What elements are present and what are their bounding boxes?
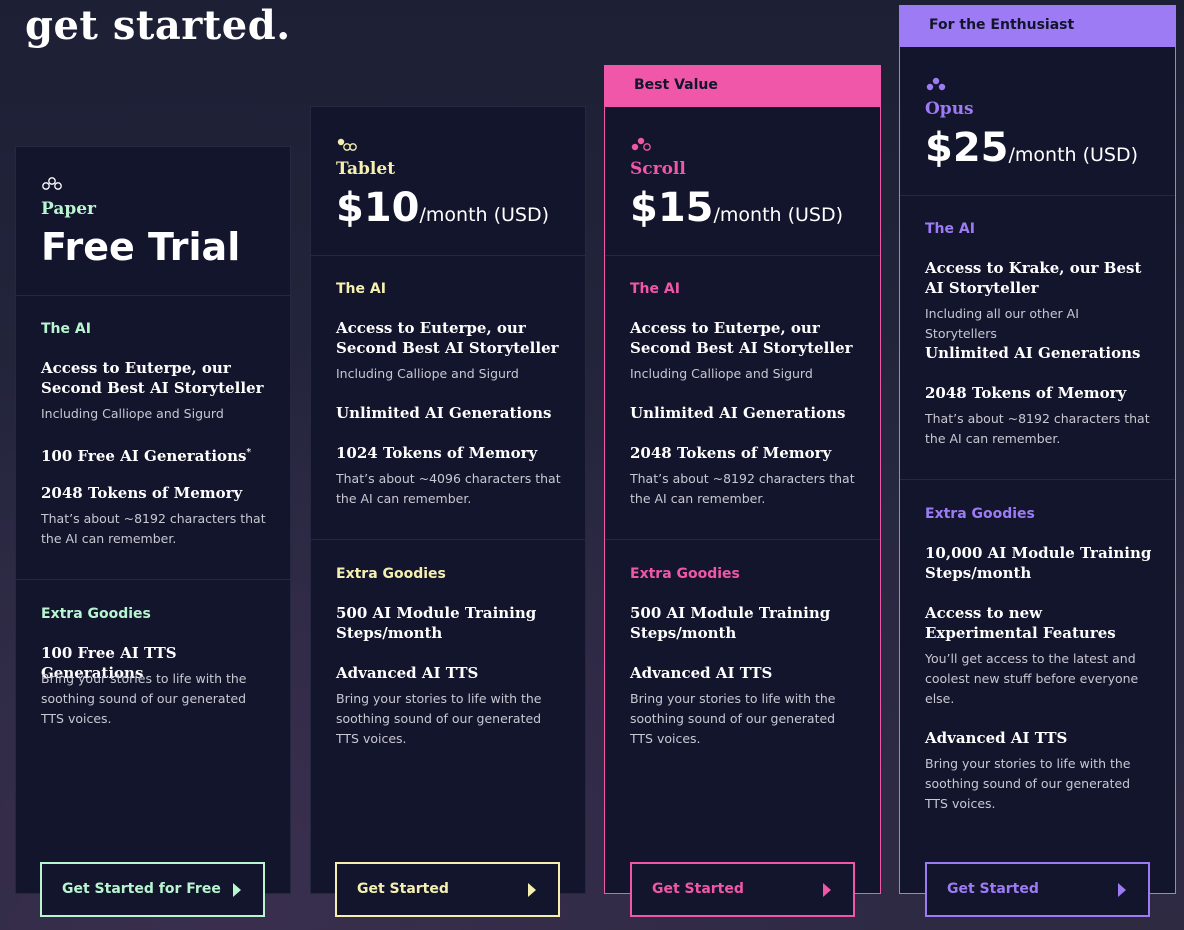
feature-title: Advanced AI TTS (336, 664, 479, 682)
divider (311, 539, 585, 540)
get-started-free-button[interactable]: Get Started for Free (40, 862, 265, 917)
feature-title: 500 AI Module Training Steps/month (336, 604, 537, 642)
pricing-card-scroll: Scroll $15/month (USD) The AI Access to … (604, 106, 881, 894)
arrow-right-icon (233, 883, 241, 897)
divider (900, 479, 1175, 480)
get-started-scroll-button[interactable]: Get Started (630, 862, 855, 917)
feature-title: 10,000 AI Module Training Steps/month (925, 544, 1152, 582)
button-label: Get Started (652, 881, 744, 897)
arrow-right-icon (1118, 883, 1126, 897)
feature-title: 500 AI Module Training Steps/month (630, 604, 831, 642)
page-headline: get started. (25, 2, 291, 49)
footnote-mark: * (246, 448, 252, 458)
tier-price: $10/month (USD) (336, 185, 549, 231)
tier-price: $25/month (USD) (925, 125, 1138, 171)
feature-title: Advanced AI TTS (925, 729, 1068, 747)
section-title-ai: The AI (336, 281, 386, 297)
tier-name: Tablet (336, 159, 396, 179)
feature-desc: Including Calliope and Sigurd (630, 366, 813, 381)
pricing-card-paper: Paper Free Trial The AI Access to Euterp… (15, 146, 291, 894)
feature-title: Unlimited AI Generations (336, 404, 552, 422)
price-amount: $15 (630, 185, 714, 231)
button-label: Get Started (947, 881, 1039, 897)
button-label: Get Started (357, 881, 449, 897)
divider (605, 539, 880, 540)
price-period: /month (USD) (713, 204, 844, 226)
pricing-card-tablet: Tablet $10/month (USD) The AI Access to … (310, 106, 586, 894)
feature-title: Advanced AI TTS (630, 664, 773, 682)
tier-name: Paper (41, 199, 97, 219)
feature-desc: That’s about ~4096 characters that the A… (336, 471, 561, 506)
opus-tier-icon (926, 77, 946, 91)
price-period: /month (USD) (1008, 144, 1139, 166)
tier-name: Scroll (630, 159, 686, 179)
feature-title: Unlimited AI Generations (925, 344, 1141, 362)
divider (605, 255, 880, 256)
divider (16, 579, 290, 580)
feature-title: Access to new Experimental Features (925, 604, 1116, 642)
feature-desc: Bring your stories to life with the soot… (336, 691, 542, 746)
price-period: /month (USD) (419, 204, 550, 226)
divider (311, 255, 585, 256)
paper-tier-icon (42, 177, 62, 190)
tier-name: Opus (925, 99, 974, 119)
feature-desc: Bring your stories to life with the soot… (925, 756, 1131, 811)
price-amount: $10 (336, 185, 420, 231)
tier-price: Free Trial (41, 225, 240, 269)
feature-desc: Including Calliope and Sigurd (336, 366, 519, 381)
feature-desc: That’s about ~8192 characters that the A… (41, 511, 266, 546)
divider (16, 295, 290, 296)
feature-desc: Including all our other AI Storytellers (925, 306, 1079, 341)
get-started-opus-button[interactable]: Get Started (925, 862, 1150, 917)
enthusiast-banner: For the Enthusiast (899, 5, 1176, 46)
best-value-banner: Best Value (604, 65, 881, 106)
feature-title-text: 100 Free AI Generations (41, 447, 247, 465)
feature-title: Access to Euterpe, our Second Best AI St… (336, 319, 559, 357)
section-title-extra: Extra Goodies (336, 566, 446, 582)
tablet-tier-icon (337, 138, 357, 151)
section-title-extra: Extra Goodies (630, 566, 740, 582)
arrow-right-icon (823, 883, 831, 897)
feature-desc: That’s about ~8192 characters that the A… (925, 411, 1150, 446)
feature-desc: Bring your stories to life with the soot… (41, 671, 247, 726)
feature-title: Access to Euterpe, our Second Best AI St… (630, 319, 853, 357)
get-started-tablet-button[interactable]: Get Started (335, 862, 560, 917)
pricing-card-opus: Opus $25/month (USD) The AI Access to Kr… (899, 46, 1176, 894)
divider (900, 195, 1175, 196)
section-title-ai: The AI (630, 281, 680, 297)
button-label: Get Started for Free (62, 881, 221, 897)
section-title-extra: Extra Goodies (925, 506, 1035, 522)
feature-title: Access to Euterpe, our Second Best AI St… (41, 359, 264, 397)
arrow-right-icon (528, 883, 536, 897)
section-title-ai: The AI (925, 221, 975, 237)
feature-title: 2048 Tokens of Memory (41, 484, 243, 502)
feature-title: 1024 Tokens of Memory (336, 444, 538, 462)
scroll-tier-icon (631, 137, 651, 151)
section-title-extra: Extra Goodies (41, 606, 151, 622)
free-trial-label: Free Trial (41, 225, 241, 269)
feature-desc: Including Calliope and Sigurd (41, 406, 224, 421)
feature-desc: That’s about ~8192 characters that the A… (630, 471, 855, 506)
feature-desc: Bring your stories to life with the soot… (630, 691, 836, 746)
tier-price: $15/month (USD) (630, 185, 843, 231)
feature-desc: You’ll get access to the latest and cool… (925, 651, 1139, 706)
section-title-ai: The AI (41, 321, 91, 337)
feature-title: 2048 Tokens of Memory (630, 444, 832, 462)
price-amount: $25 (925, 125, 1009, 171)
feature-title: Access to Krake, our Best AI Storyteller (925, 259, 1142, 297)
feature-title: 2048 Tokens of Memory (925, 384, 1127, 402)
feature-title: 100 Free AI Generations* (41, 443, 268, 466)
feature-title: Unlimited AI Generations (630, 404, 846, 422)
